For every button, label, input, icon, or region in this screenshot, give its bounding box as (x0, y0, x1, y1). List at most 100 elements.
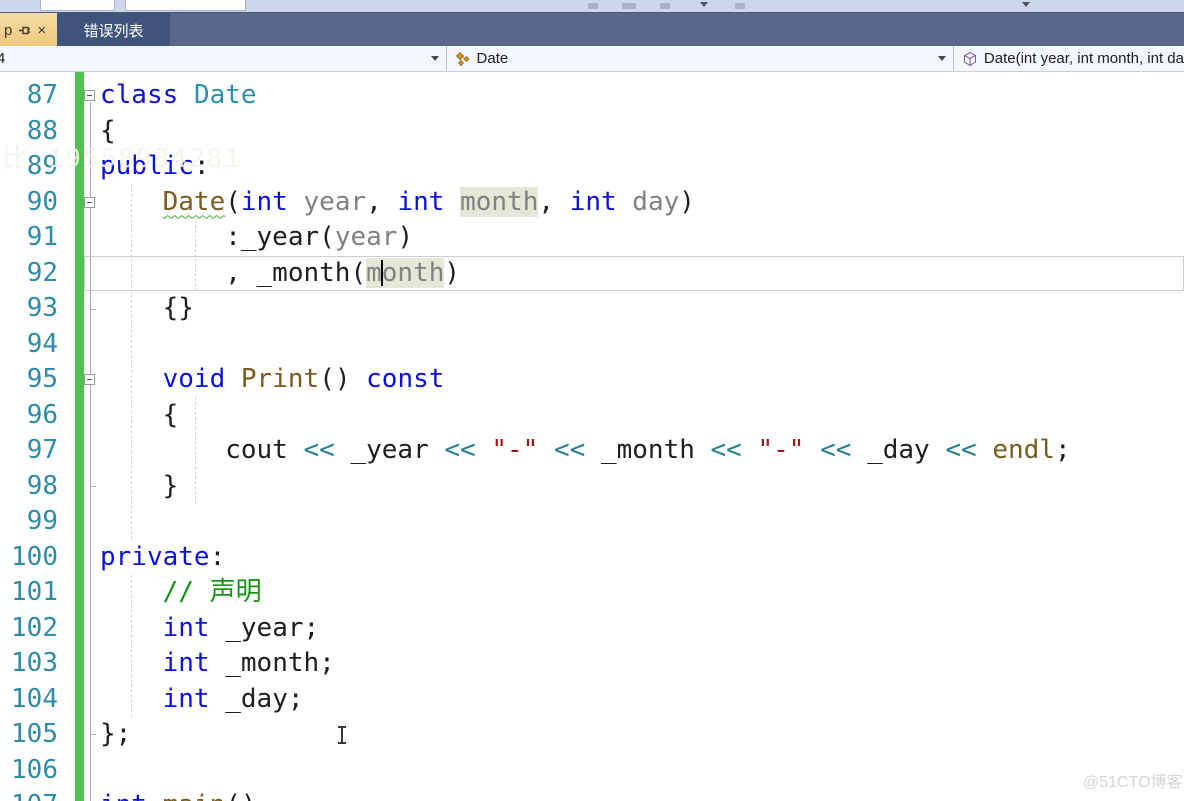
line-number: 106 (11, 754, 58, 785)
token: << (303, 435, 335, 465)
gutter-spacer (58, 753, 84, 789)
line-number: 89 (26, 151, 58, 181)
collapse-box-icon[interactable] (84, 374, 95, 385)
code-line-100[interactable]: 100 private: (0, 540, 1184, 576)
code-line-90[interactable]: 90 Date(int year, int month, int day) (0, 185, 1184, 221)
gutter-spacer (58, 185, 84, 221)
member-dropdown[interactable]: Date(int year, int month, int da (954, 46, 1184, 71)
toolbar-dropdown-fragment[interactable] (125, 0, 246, 11)
code-line-89[interactable]: 89 public: (0, 149, 1184, 185)
code-text: :_year(year) (100, 220, 413, 256)
code-editor[interactable]: 87 class Date 88 {89 public: 90 Date(int year… (0, 72, 1184, 801)
pin-icon[interactable] (18, 24, 31, 37)
code-text: { (100, 114, 116, 150)
code-text: int _year; (100, 611, 320, 647)
code-line-99[interactable]: 99 (0, 504, 1184, 540)
code-line-96[interactable]: 96 { (0, 398, 1184, 434)
fold-margin (84, 149, 100, 185)
code-line-92[interactable]: 92 , _month(month) (0, 255, 1184, 292)
token: // 声明 (162, 577, 262, 607)
token: () (319, 364, 367, 394)
code-line-93[interactable]: 93 {} (0, 291, 1184, 327)
file-dropdown[interactable]: 4 (0, 46, 447, 71)
line-number: 93 (26, 293, 58, 323)
fold-margin (84, 433, 100, 469)
code-line-103[interactable]: 103 int _month; (0, 646, 1184, 682)
tab-error-list[interactable]: 错误列表 (57, 13, 170, 47)
token: "-" (491, 435, 539, 465)
chevron-down-icon[interactable] (937, 56, 946, 61)
line-number: 100 (11, 541, 58, 572)
toolbar-icon-fragment[interactable] (588, 3, 598, 9)
line-number: 94 (26, 328, 58, 359)
code-line-88[interactable]: 88 { (0, 114, 1184, 150)
code-line-102[interactable]: 102 int _year; (0, 611, 1184, 647)
line-number: 92 (26, 257, 58, 288)
toolbar-icon-fragment[interactable] (735, 3, 745, 9)
token: , (538, 186, 570, 217)
line-number: 88 (26, 115, 58, 146)
code-text: private: (100, 540, 225, 576)
collapse-box-icon[interactable] (84, 196, 95, 208)
toolbar-icon-fragment[interactable] (660, 3, 670, 9)
highlighted-token: month (460, 186, 539, 217)
member-dropdown-value: Date(int year, int month, int da (983, 50, 1184, 67)
code-line-104[interactable]: 104 int _day; (0, 682, 1184, 718)
toolbar-icon-fragment[interactable] (622, 3, 636, 9)
toolbar-dropdown-fragment[interactable] (40, 0, 115, 11)
code-text: public: (100, 149, 210, 185)
code-line-91[interactable]: 91 :_year(year) (0, 220, 1184, 256)
token: << (820, 435, 852, 465)
code-line-95[interactable]: 95 void Print() const (0, 362, 1184, 398)
token: void (162, 364, 226, 394)
token: year (287, 186, 367, 217)
token: _day; (209, 683, 304, 714)
token: ; (1054, 435, 1071, 465)
code-text: {} (100, 291, 194, 327)
code-line-101[interactable]: 101 // 声明 (0, 575, 1184, 611)
code-line-105[interactable]: 105}; (0, 717, 1184, 753)
token: public (100, 151, 194, 181)
gutter-spacer (58, 469, 84, 505)
tab-active-clipped[interactable]: p × (0, 13, 57, 47)
toolbar-dropdown-caret-icon[interactable] (1022, 2, 1030, 7)
gutter-spacer (58, 78, 84, 114)
collapse-box-icon[interactable] (84, 90, 95, 101)
code-line-107[interactable]: 107 int main() (0, 788, 1184, 801)
code-text: int _month; (100, 646, 335, 682)
top-toolbar-clipped (0, 0, 1184, 12)
line-number: 102 (11, 612, 58, 643)
token: ) (679, 186, 695, 217)
token: } (100, 470, 179, 501)
fold-margin (84, 646, 100, 682)
token: , _month( (100, 257, 367, 288)
code-line-106[interactable]: 106 (0, 753, 1184, 789)
code-line-87[interactable]: 87 class Date (0, 78, 1184, 114)
token: {} (100, 293, 194, 323)
gutter-spacer (58, 362, 84, 398)
fold-margin (84, 398, 100, 434)
code-line-97[interactable]: 97 cout << _year << "-" << _month << "-"… (0, 433, 1184, 469)
chevron-down-icon[interactable] (430, 56, 439, 61)
token: () (225, 790, 256, 801)
code-text: }; (100, 717, 131, 753)
line-number: 97 (26, 435, 58, 465)
code-text: , _month(month) (100, 256, 460, 292)
line-number: 90 (26, 186, 58, 217)
type-dropdown[interactable]: Date (447, 46, 954, 71)
close-icon[interactable]: × (37, 23, 46, 38)
code-lines: 87 class Date 88 {89 public: 90 Date(int year… (0, 78, 1184, 801)
gutter-spacer (58, 149, 84, 185)
code-line-98[interactable]: 98 } (0, 469, 1184, 505)
code-line-94[interactable]: 94 (0, 327, 1184, 363)
token: endl (992, 435, 1055, 465)
gutter-spacer (58, 788, 84, 801)
toolbar-dropdown-caret-icon[interactable] (700, 2, 708, 7)
line-number: 101 (11, 577, 58, 607)
fold-margin (84, 185, 100, 221)
line-number: 99 (26, 506, 58, 536)
